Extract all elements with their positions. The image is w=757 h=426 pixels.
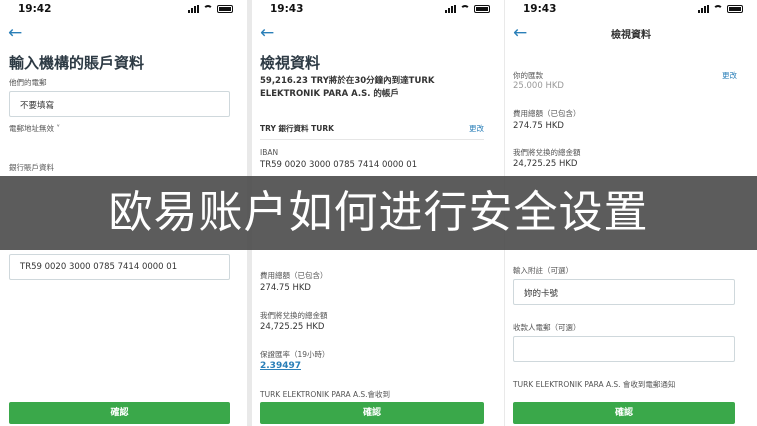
amount-label: 你的匯款 <box>513 71 543 80</box>
recipient-email-label: 收款人電郵（可選） <box>513 323 581 332</box>
wifi-icon <box>460 5 470 13</box>
back-arrow-icon[interactable]: ← <box>260 25 274 42</box>
rate-label: 保證匯率（19小時） <box>260 350 330 359</box>
note-input[interactable]: 妳的卡號 <box>513 279 735 305</box>
email-notice: TURK ELEKTRONIK PARA A.S. 會收到電郵通知 <box>513 380 676 389</box>
confirm-button[interactable]: 確認 <box>260 402 484 424</box>
title-banner: 欧易账户如何进行安全设置 <box>0 176 757 250</box>
battery-icon <box>217 5 233 13</box>
divider <box>260 139 484 140</box>
status-time: 19:42 <box>18 3 52 15</box>
total-label: 我們將兌換的總金額 <box>260 311 328 320</box>
email-input[interactable]: 不要填寫 <box>9 91 230 117</box>
battery-icon <box>474 5 490 13</box>
back-arrow-icon[interactable]: ← <box>8 25 22 42</box>
fee-label: 費用總額（已包含） <box>260 271 328 280</box>
nav-title: 檢視資料 <box>611 30 651 41</box>
amount-value: 25,000 HKD <box>513 81 564 88</box>
summary-line-1: 59,216.23 TRY將於在30分鐘內到達TURK <box>260 76 435 86</box>
total-value: 24,725.25 HKD <box>260 322 325 332</box>
page-title: 檢視資料 <box>260 54 321 72</box>
note-label: 輸入附註（可選） <box>513 266 573 275</box>
summary-line-2: ELEKTRONIK PARA A.S. 的帳戶 <box>260 89 399 99</box>
iban-input[interactable]: TR59 0020 3000 0785 7414 0000 01 <box>9 254 230 280</box>
rate-value[interactable]: 2.39497 <box>260 361 301 371</box>
status-bar: 19:42 <box>0 0 247 20</box>
wifi-icon <box>713 5 723 13</box>
banner-title: 欧易账户如何进行安全设置 <box>108 187 649 238</box>
iban-value: TR59 0020 3000 0785 7414 0000 01 <box>260 160 418 170</box>
wifi-icon <box>203 5 213 13</box>
fee-label: 費用總額（已包含） <box>513 109 581 118</box>
bank-details-label: TRY 銀行資料 TURK <box>260 124 334 133</box>
signal-icon <box>698 5 709 13</box>
signal-icon <box>445 5 456 13</box>
signal-icon <box>188 5 199 13</box>
battery-icon <box>727 5 743 13</box>
page-title: 輸入機構的賬戶資料 <box>9 54 145 72</box>
total-label: 我們將兌換的總金額 <box>513 148 581 157</box>
fee-value: 274.75 HKD <box>260 283 311 293</box>
bank-section-label: 銀行賬戶資料 <box>9 163 54 172</box>
confirm-button[interactable]: 確認 <box>9 402 230 424</box>
edit-amount-link[interactable]: 更改 <box>722 70 737 81</box>
status-bar: 19:43 <box>505 0 757 20</box>
recipient-note: TURK ELEKTRONIK PARA A.S.會收到 <box>260 390 391 399</box>
status-bar: 19:43 <box>252 0 504 20</box>
status-time: 19:43 <box>270 3 304 15</box>
total-value: 24,725.25 HKD <box>513 159 578 169</box>
email-invalid-text: 電郵地址無效 ˅ <box>9 124 61 133</box>
edit-bank-link[interactable]: 更改 <box>469 123 484 134</box>
fee-value: 274.75 HKD <box>513 121 564 131</box>
email-label: 他們的電郵 <box>9 78 47 87</box>
status-time: 19:43 <box>523 3 557 15</box>
iban-label: IBAN <box>260 148 279 157</box>
confirm-button[interactable]: 確認 <box>513 402 735 424</box>
recipient-email-input[interactable] <box>513 336 735 362</box>
